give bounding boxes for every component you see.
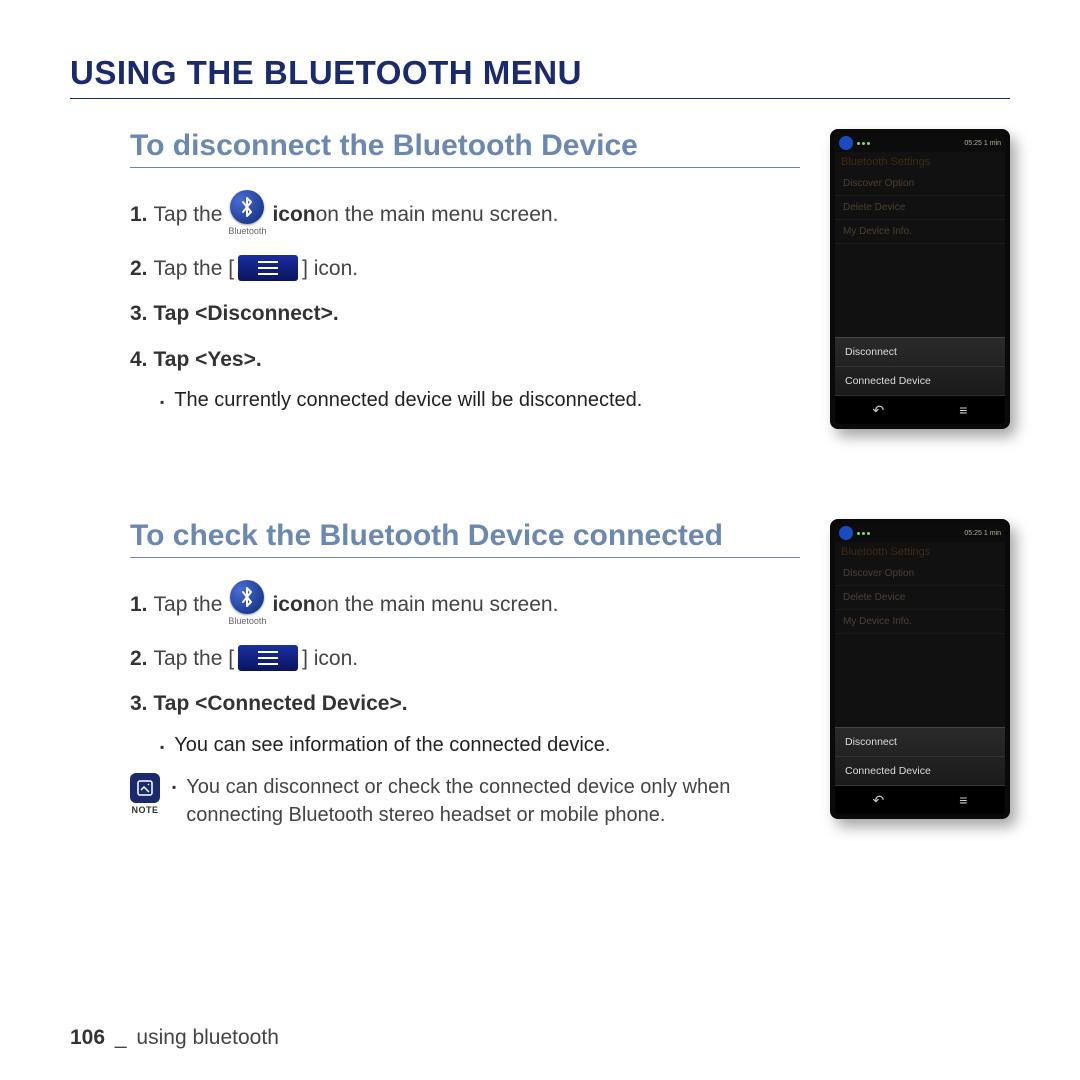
phone-screen-title: Bluetooth Settings (835, 542, 1005, 562)
bluetooth-icon: Bluetooth (228, 580, 266, 629)
phone-menu-list: Discover Option Delete Device My Device … (835, 562, 1005, 634)
step-4: 4. Tap <Yes>. (130, 344, 800, 376)
step-text: on the main menu screen. (316, 589, 559, 621)
step-text: Tap the [ (154, 643, 235, 675)
step-text: ] icon. (302, 253, 358, 285)
popup-item-disconnect[interactable]: Disconnect (835, 728, 1005, 757)
back-icon[interactable]: ↶ (873, 792, 885, 809)
step-sub-text: You can see information of the connected… (174, 734, 610, 757)
step-2: 2. Tap the [ ] icon. (130, 643, 800, 675)
section-disconnect: To disconnect the Bluetooth Device 1. Ta… (70, 129, 1010, 429)
phone-popup: Disconnect Connected Device (835, 727, 1005, 786)
step-2: 2. Tap the [ ] icon. (130, 253, 800, 285)
phone-statusbar: 05:25 1 min (835, 524, 1005, 542)
step-text: Tap the (154, 199, 223, 231)
status-time: 05:25 1 min (964, 530, 1001, 537)
step-sub-text: The currently connected device will be d… (174, 389, 642, 412)
phone-mock-2: 05:25 1 min Bluetooth Settings Discover … (830, 519, 1010, 819)
popup-item-disconnect[interactable]: Disconnect (835, 338, 1005, 367)
list-item[interactable]: Delete Device (835, 196, 1005, 220)
phone-navbar: ↶ ≡ (835, 396, 1005, 424)
list-item[interactable]: My Device Info. (835, 610, 1005, 634)
popup-item-connected[interactable]: Connected Device (835, 757, 1005, 786)
page-title: USING THE BLUETOOTH MENU (70, 54, 1010, 99)
section-title-check: To check the Bluetooth Device connected (130, 519, 800, 558)
step-3: 3. Tap <Disconnect>. (130, 298, 800, 330)
note-body: You can disconnect or check the connecte… (172, 773, 800, 829)
section-body: To disconnect the Bluetooth Device 1. Ta… (130, 129, 800, 422)
signal-icon (857, 532, 870, 535)
step-3: 3. Tap <Connected Device>. (130, 688, 800, 720)
section-body: To check the Bluetooth Device connected … (130, 519, 800, 829)
step-text-bold: Tap <Disconnect>. (154, 298, 339, 330)
step-number: 3. (130, 298, 148, 330)
phone-popup: Disconnect Connected Device (835, 337, 1005, 396)
bluetooth-icon-label: Bluetooth (228, 225, 266, 239)
signal-icon (857, 142, 870, 145)
step-text-bold: Tap <Yes>. (154, 344, 262, 376)
bluetooth-icon-label: Bluetooth (228, 615, 266, 629)
step-number: 2. (130, 253, 148, 285)
note-label: NOTE (130, 805, 160, 815)
step-text-bold: icon (272, 199, 315, 231)
steps-list: 1. Tap the Bluetooth icon on the main me… (130, 580, 800, 720)
bluetooth-icon-circle (230, 580, 264, 614)
list-item[interactable]: Discover Option (835, 562, 1005, 586)
phone-statusbar: 05:25 1 min (835, 134, 1005, 152)
step-number: 1. (130, 199, 148, 231)
list-item[interactable]: Delete Device (835, 586, 1005, 610)
phone-navbar: ↶ ≡ (835, 786, 1005, 814)
step-number: 2. (130, 643, 148, 675)
page-number: 106 (70, 1026, 105, 1049)
bluetooth-status-icon (839, 136, 853, 150)
step-number: 3. (130, 688, 148, 720)
step-1: 1. Tap the Bluetooth icon on the main me… (130, 190, 800, 239)
steps-list: 1. Tap the Bluetooth icon on the main me… (130, 190, 800, 375)
step-text: Tap the [ (154, 253, 235, 285)
bluetooth-icon-circle (230, 190, 264, 224)
menu-icon[interactable]: ≡ (959, 792, 967, 808)
menu-button-icon (238, 255, 298, 281)
step-text-bold: Tap <Connected Device>. (154, 688, 408, 720)
step-text-bold: icon (272, 589, 315, 621)
list-item[interactable]: My Device Info. (835, 220, 1005, 244)
phone-mock-1: 05:25 1 min Bluetooth Settings Discover … (830, 129, 1010, 429)
list-item[interactable]: Discover Option (835, 172, 1005, 196)
bluetooth-status-icon (839, 526, 853, 540)
footer-label: using bluetooth (136, 1026, 278, 1049)
page-footer: 106 _ using bluetooth (70, 1026, 279, 1050)
step-text: ] icon. (302, 643, 358, 675)
step-1: 1. Tap the Bluetooth icon on the main me… (130, 580, 800, 629)
menu-icon[interactable]: ≡ (959, 402, 967, 418)
menu-button-icon (238, 645, 298, 671)
step-number: 4. (130, 344, 148, 376)
note-icon: NOTE (130, 773, 160, 815)
note-block: NOTE You can disconnect or check the con… (130, 773, 800, 829)
section-title-disconnect: To disconnect the Bluetooth Device (130, 129, 800, 168)
phone-screen-title: Bluetooth Settings (835, 152, 1005, 172)
section-check: To check the Bluetooth Device connected … (70, 519, 1010, 829)
step-sub: You can see information of the connected… (160, 734, 800, 757)
bluetooth-icon: Bluetooth (228, 190, 266, 239)
status-time: 05:25 1 min (964, 140, 1001, 147)
step-number: 1. (130, 589, 148, 621)
back-icon[interactable]: ↶ (873, 402, 885, 419)
note-text: You can disconnect or check the connecte… (186, 773, 800, 829)
footer-sep: _ (115, 1026, 127, 1049)
step-text: on the main menu screen. (316, 199, 559, 231)
phone-menu-list: Discover Option Delete Device My Device … (835, 172, 1005, 244)
note-icon-box (130, 773, 160, 803)
popup-item-connected[interactable]: Connected Device (835, 367, 1005, 396)
step-text: Tap the (154, 589, 223, 621)
step-sub: The currently connected device will be d… (160, 389, 800, 412)
